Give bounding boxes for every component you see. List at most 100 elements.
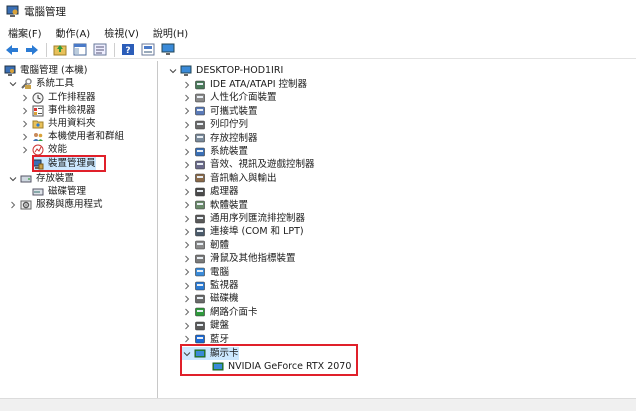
forward-button[interactable] <box>24 42 40 58</box>
scan-hardware-button[interactable] <box>160 42 176 58</box>
chevron-right-icon[interactable] <box>182 107 191 116</box>
chevron-right-icon[interactable] <box>182 174 191 183</box>
chevron-right-icon[interactable] <box>182 321 191 330</box>
device-category-item[interactable]: 磁碟機 <box>182 292 239 305</box>
mouse-icon <box>194 253 206 265</box>
back-button[interactable] <box>4 42 20 58</box>
device-category-item[interactable]: 滑鼠及其他指標裝置 <box>182 252 296 265</box>
device-category-item[interactable]: 鍵盤 <box>182 319 229 332</box>
properties-button[interactable] <box>140 42 156 58</box>
tree-item-event-viewer[interactable]: 事件檢視器 <box>20 104 96 117</box>
chevron-right-icon[interactable] <box>182 120 191 129</box>
export-list-button[interactable] <box>92 42 108 58</box>
tree-item-storage[interactable]: 存放裝置 <box>8 172 74 185</box>
device-category-item[interactable]: 網路介面卡 <box>182 306 258 319</box>
chevron-right-icon[interactable] <box>182 227 191 236</box>
chevron-right-icon[interactable] <box>182 268 191 277</box>
performance-icon <box>32 144 44 156</box>
storage-icon <box>20 173 32 185</box>
device-category-item[interactable]: 存放控制器 <box>182 132 258 145</box>
print-queue-icon <box>194 119 206 131</box>
up-level-button[interactable] <box>52 42 68 58</box>
device-category-item[interactable]: 人性化介面裝置 <box>182 91 277 104</box>
chevron-right-icon[interactable] <box>182 281 191 290</box>
monitor-icon <box>161 43 175 55</box>
help-button[interactable]: ? <box>120 42 136 58</box>
chevron-right-icon[interactable] <box>182 214 191 223</box>
chevron-right-icon[interactable] <box>182 335 191 344</box>
ide-controller-icon <box>194 79 206 91</box>
computer-icon <box>180 65 192 77</box>
device-category-item[interactable]: 韌體 <box>182 239 229 252</box>
chevron-right-icon[interactable] <box>20 145 29 154</box>
export-list-icon <box>93 43 107 56</box>
device-category-item[interactable]: 電腦 <box>182 266 229 279</box>
monitor-icon <box>194 280 206 292</box>
chevron-right-icon[interactable] <box>182 254 191 263</box>
chevron-right-icon[interactable] <box>20 132 29 141</box>
device-category-item[interactable]: 通用序列匯流排控制器 <box>182 212 305 225</box>
device-category-item[interactable]: 處理器 <box>182 185 239 198</box>
tools-icon <box>20 77 32 90</box>
tree-item-shared-folders[interactable]: 共用資料夾 <box>20 117 96 130</box>
device-category-item[interactable]: 可攜式裝置 <box>182 105 258 118</box>
tree-item-services[interactable]: 服務與應用程式 <box>8 198 103 211</box>
portable-device-icon <box>194 105 206 117</box>
port-icon <box>194 226 206 238</box>
users-icon <box>32 131 44 143</box>
navigation-tree: 電腦管理 (本機) 系統工具 工作排程器 事件檢視器 共用資料夾 本機使用者和群… <box>0 61 158 398</box>
status-bar <box>0 398 636 411</box>
keyboard-icon <box>194 320 206 332</box>
tree-item-system-tools[interactable]: 系統工具 <box>8 77 74 90</box>
usb-icon <box>194 213 206 225</box>
device-category-item[interactable]: 系統裝置 <box>182 145 248 158</box>
device-tree-computer-node[interactable]: DESKTOP-HOD1IRI <box>168 64 283 77</box>
event-viewer-icon <box>32 105 44 117</box>
chevron-right-icon[interactable] <box>182 160 191 169</box>
tree-item-disk-management[interactable]: 磁碟管理 <box>32 185 86 198</box>
tree-item-task-scheduler[interactable]: 工作排程器 <box>20 91 96 104</box>
chevron-down-icon[interactable] <box>8 174 17 183</box>
chevron-right-icon[interactable] <box>182 80 191 89</box>
back-arrow-icon <box>6 44 18 55</box>
title-bar: 電腦管理 <box>0 0 636 22</box>
chevron-down-icon[interactable] <box>8 79 17 88</box>
device-category-item[interactable]: 列印佇列 <box>182 118 248 131</box>
computer-icon <box>194 266 206 278</box>
disk-drive-icon <box>194 293 206 305</box>
software-device-icon <box>194 199 206 211</box>
svg-text:?: ? <box>125 46 130 56</box>
tree-item-local-users[interactable]: 本機使用者和群組 <box>20 130 124 143</box>
device-category-item[interactable]: 音效、視訊及遊戲控制器 <box>182 158 315 171</box>
audio-io-icon <box>194 172 206 184</box>
chevron-right-icon[interactable] <box>8 200 17 209</box>
chevron-right-icon[interactable] <box>20 93 29 102</box>
show-hide-tree-button[interactable] <box>72 42 88 58</box>
computer-management-icon <box>4 65 16 77</box>
menu-help[interactable]: 說明(H) <box>153 25 188 40</box>
chevron-right-icon[interactable] <box>182 201 191 210</box>
menu-file[interactable]: 檔案(F) <box>8 25 42 40</box>
chevron-right-icon[interactable] <box>182 241 191 250</box>
shared-folder-icon <box>32 118 44 130</box>
device-category-item[interactable]: IDE ATA/ATAPI 控制器 <box>182 78 307 91</box>
device-category-item[interactable]: 軟體裝置 <box>182 199 248 212</box>
device-category-item[interactable]: 連接埠 (COM 和 LPT) <box>182 225 304 238</box>
menu-action[interactable]: 動作(A) <box>56 25 91 40</box>
chevron-right-icon[interactable] <box>182 134 191 143</box>
chevron-right-icon[interactable] <box>182 93 191 102</box>
hid-icon <box>194 92 206 104</box>
device-category-item[interactable]: 監視器 <box>182 279 239 292</box>
tree-item-computer-management[interactable]: 電腦管理 (本機) <box>4 64 87 77</box>
chevron-down-icon[interactable] <box>168 66 177 75</box>
chevron-right-icon[interactable] <box>182 147 191 156</box>
chevron-right-icon[interactable] <box>20 119 29 128</box>
chevron-right-icon[interactable] <box>182 187 191 196</box>
toolbar-separator <box>114 42 115 57</box>
forward-arrow-icon <box>26 44 38 55</box>
chevron-right-icon[interactable] <box>182 294 191 303</box>
device-category-item[interactable]: 音訊輸入與輸出 <box>182 172 277 185</box>
chevron-right-icon[interactable] <box>182 308 191 317</box>
menu-view[interactable]: 檢視(V) <box>104 25 139 40</box>
chevron-right-icon[interactable] <box>20 106 29 115</box>
